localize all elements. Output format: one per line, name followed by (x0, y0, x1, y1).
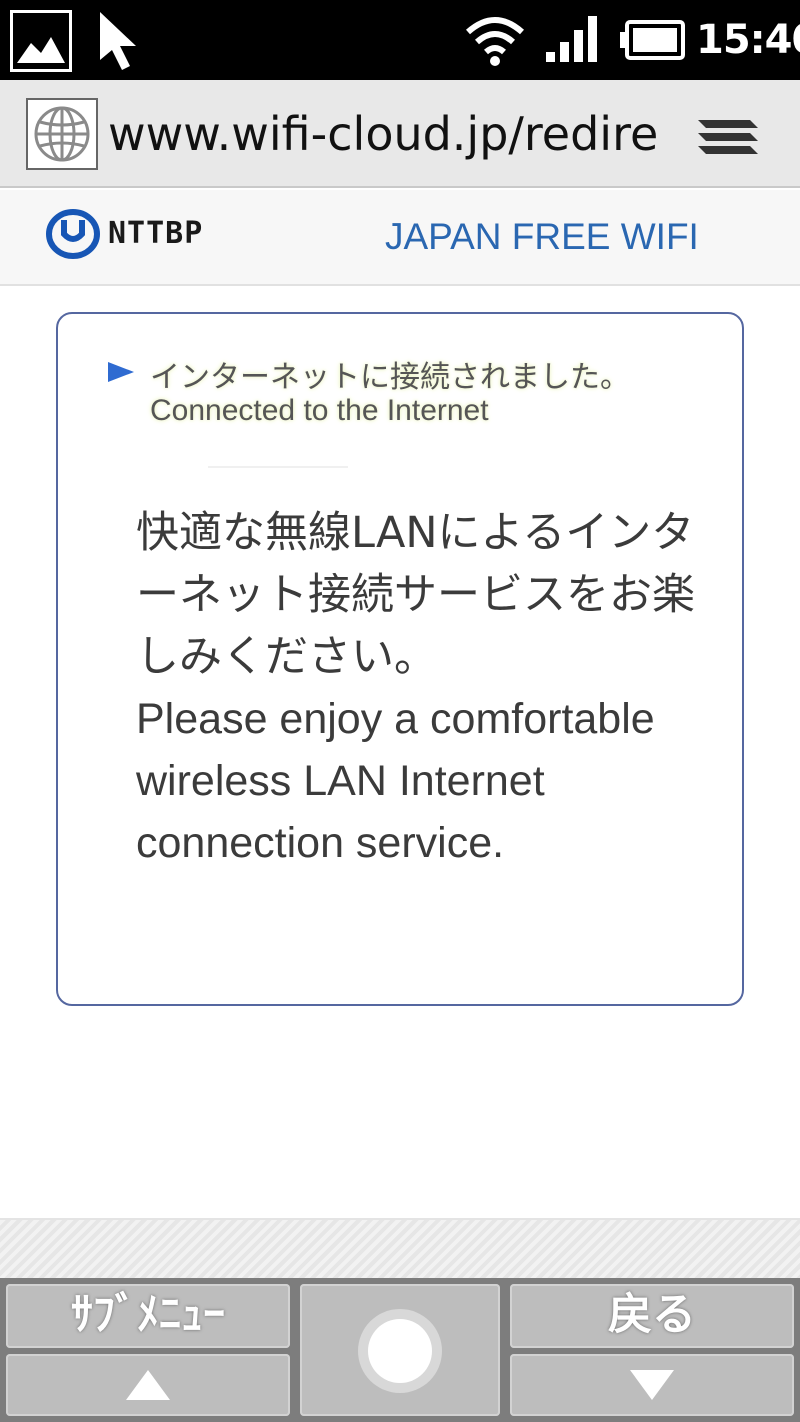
welcome-message-en: Please enjoy a comfortable wireless LAN … (136, 695, 655, 867)
center-select-button[interactable] (300, 1284, 500, 1416)
back-button[interactable]: 戻る (510, 1284, 794, 1348)
triangle-arrow-icon (106, 360, 136, 384)
wifi-icon (464, 14, 526, 68)
logo-text: NTTBP (108, 216, 204, 251)
up-arrow-icon (126, 1370, 170, 1400)
globe-icon[interactable] (26, 98, 98, 170)
connection-notice: インターネットに接続されました。 Connected to the Intern… (56, 312, 744, 1006)
site-header: NTTBP JAPAN FREE WIFI (0, 190, 800, 286)
welcome-message: 快適な無線LANによるインターネット接続サービスをお楽しみください。 Pleas… (136, 502, 696, 874)
softkey-bar: ｻﾌﾞﾒﾆｭｰ 戻る (0, 1278, 800, 1422)
service-name: JAPAN FREE WIFI (385, 216, 699, 257)
welcome-message-ja: 快適な無線LANによるインターネット接続サービスをお楽しみください。 (136, 508, 695, 682)
connected-message-en: Connected to the Internet (150, 394, 489, 427)
gallery-icon (10, 10, 72, 72)
url-text[interactable]: www.wifi-cloud.jp/redire (108, 104, 686, 164)
submenu-button[interactable]: ｻﾌﾞﾒﾆｭｰ (6, 1284, 290, 1348)
down-softkey[interactable] (510, 1354, 794, 1416)
divider (208, 466, 348, 468)
cursor-icon (96, 10, 140, 72)
connected-message-ja: インターネットに接続されました。 (150, 360, 630, 395)
status-bar: 15:40 (0, 0, 800, 80)
address-bar[interactable]: www.wifi-cloud.jp/redire (0, 80, 800, 188)
up-softkey[interactable] (6, 1354, 290, 1416)
clock: 15:40 (696, 17, 800, 63)
down-arrow-icon (630, 1370, 674, 1400)
battery-icon (620, 20, 686, 60)
scroll-footer (0, 1218, 800, 1278)
signal-icon (544, 14, 602, 64)
center-select-icon (358, 1309, 442, 1393)
tabs-menu-icon[interactable] (694, 116, 762, 160)
ntt-logo-icon (44, 208, 102, 260)
